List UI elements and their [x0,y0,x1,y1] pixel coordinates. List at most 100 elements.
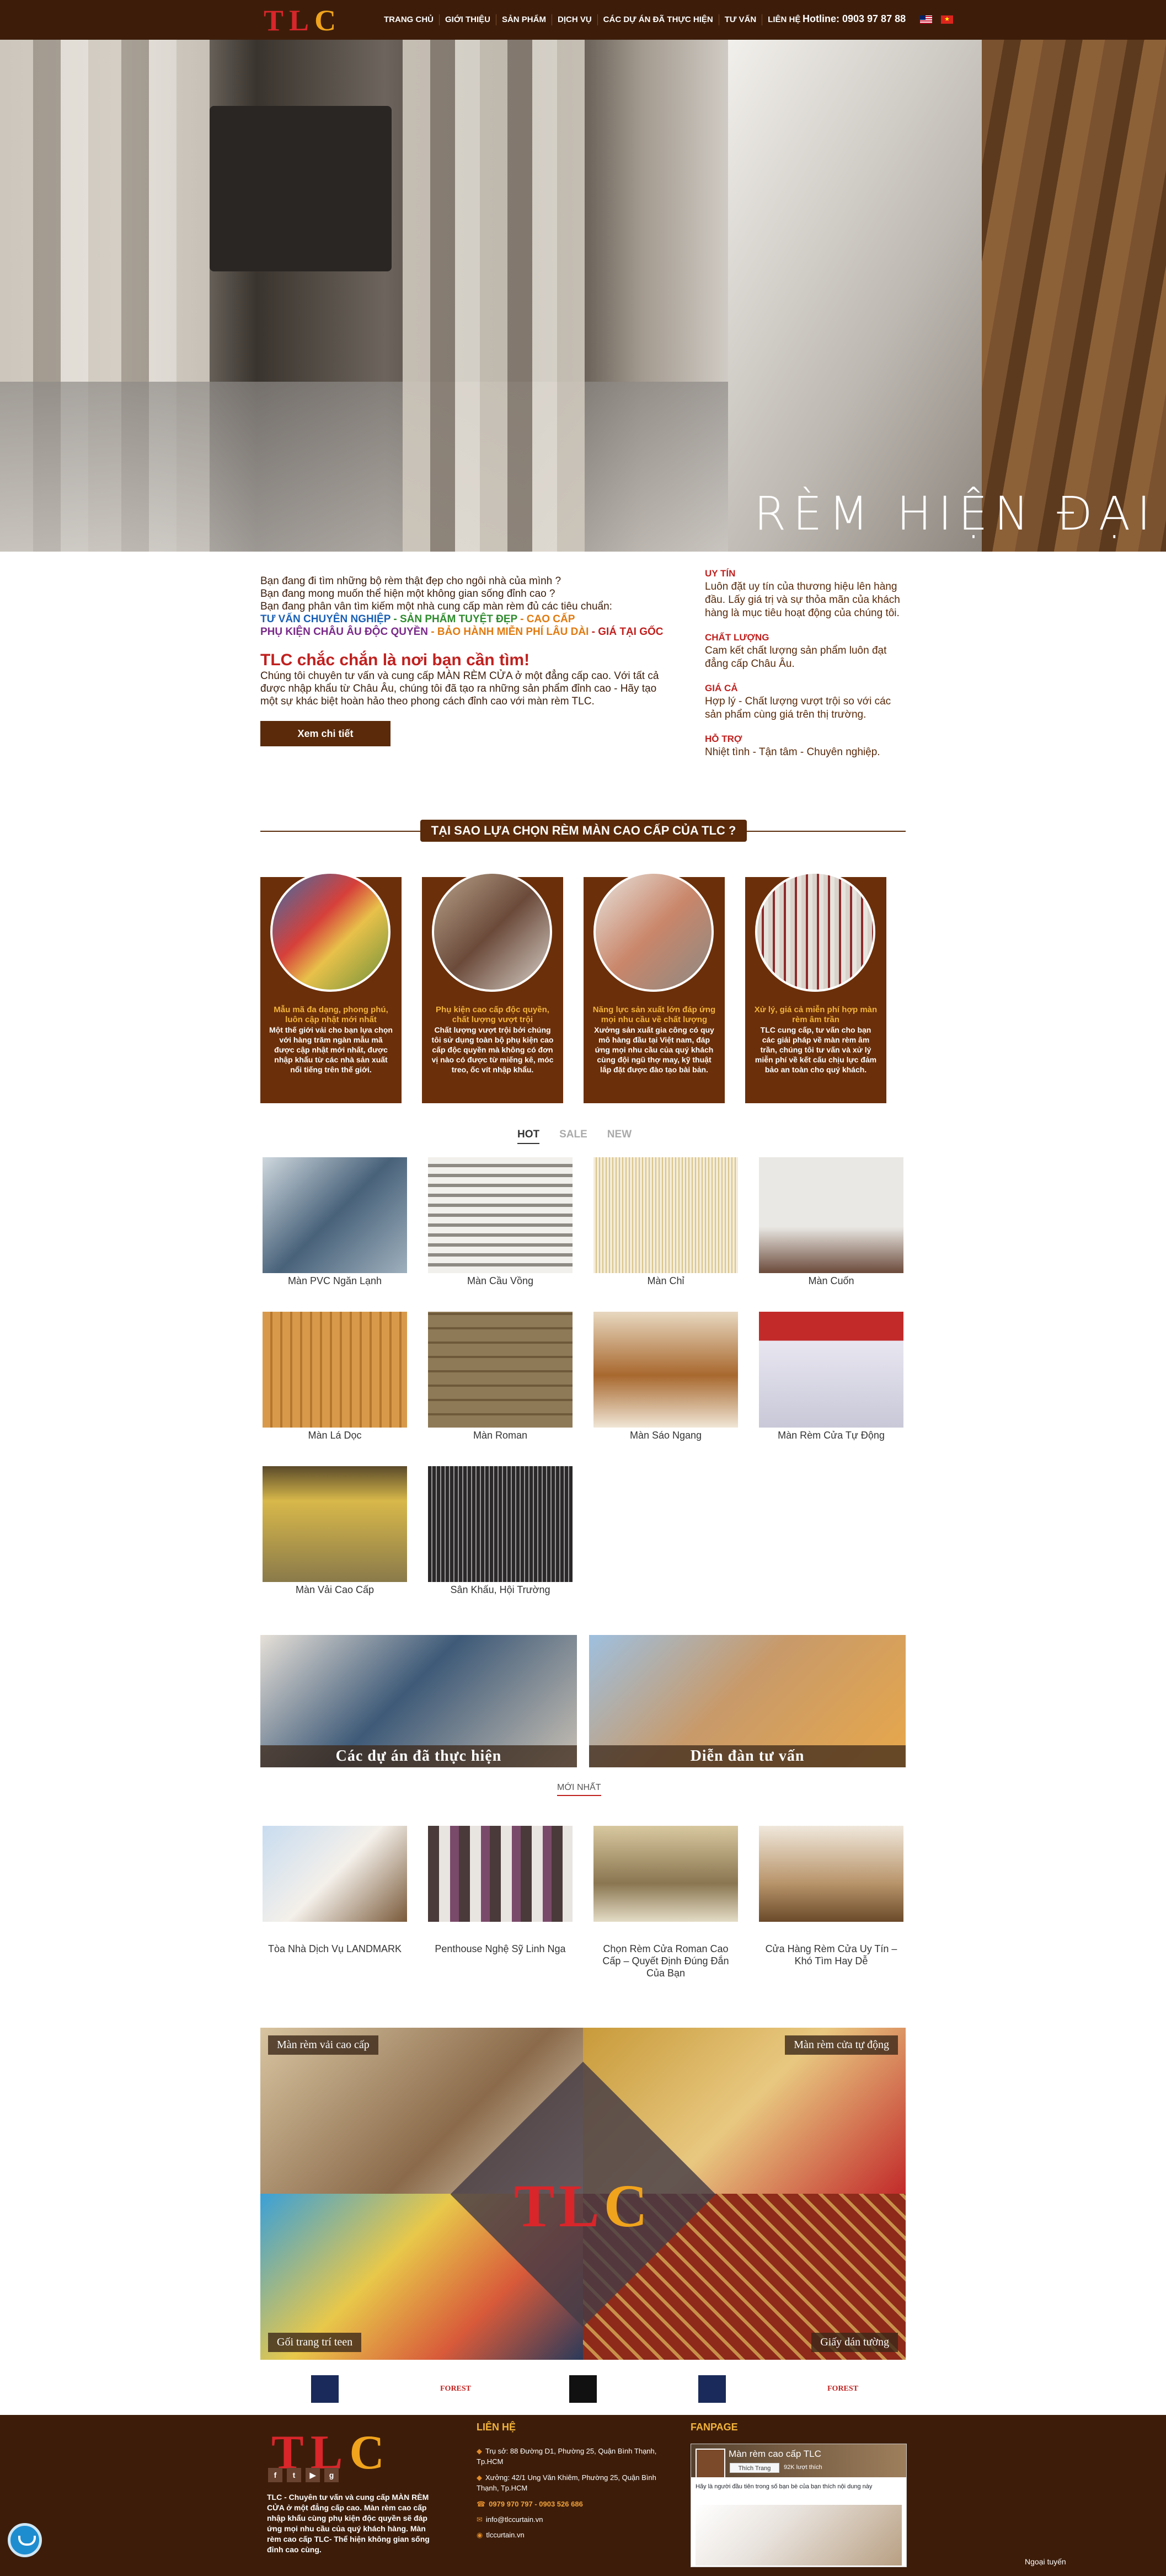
intro-heading: TLC chắc chắn là nơi bạn cần tìm! [260,651,530,669]
news-title[interactable]: Cửa Hàng Rèm Cửa Uy Tín – Khó Tìm Hay Dễ [759,1943,903,1967]
product-name[interactable]: Màn Cuốn [759,1275,903,1287]
hero-linen-curtain [728,40,982,552]
trust-title: HỖ TRỢ [705,734,742,744]
why-card-title: Năng lực sản xuất lớn đáp ứng mọi nhu cầ… [592,1005,716,1024]
nav-products[interactable]: SẢN PHẨM [496,14,552,25]
forum-banner-label[interactable]: Diễn đàn tư vấn [589,1745,906,1767]
site-header: TLC TRANG CHỦ GIỚI THIỆU SẢN PHẨM DỊCH V… [0,0,1166,40]
intro-section: Bạn đang đi tìm những bộ rèm thật đẹp ch… [260,575,668,746]
nav-contact[interactable]: LIÊN HỆ [762,14,806,25]
product-item[interactable]: Màn Sáo Ngang [593,1312,738,1441]
youtube-icon[interactable]: ▶ [306,2468,320,2482]
product-name[interactable]: Màn Roman [428,1430,573,1441]
chat-icon[interactable] [8,2523,42,2557]
nav-projects[interactable]: CÁC DỰ ÁN ĐÃ THỰC HIỆN [598,14,719,25]
category-collage: TLC Màn rèm vải cao cấp Màn rèm cửa tự đ… [260,2028,906,2360]
nav-services[interactable]: DỊCH VỤ [552,14,598,25]
product-item[interactable]: Màn Rèm Cửa Tự Động [759,1312,903,1441]
hero-curtain-middle [403,40,585,552]
tab-new[interactable]: NEW [607,1129,632,1144]
facebook-page-widget[interactable]: Màn rèm cao cấp TLC Thích Trang 92K lượt… [691,2444,907,2567]
why-card-title: Xử lý, giá cả miễn phí hợp màn rèm âm tr… [754,1005,878,1024]
nav-consulting[interactable]: TƯ VẤN [719,14,763,25]
partner-logo[interactable] [698,2375,726,2403]
product-name[interactable]: Màn Lá Dọc [263,1430,407,1441]
tab-hot[interactable]: HOT [517,1129,540,1144]
fb-post-photo[interactable] [696,2505,902,2566]
partner-logo[interactable] [311,2375,339,2403]
product-image[interactable] [428,1157,573,1273]
why-card-text: Xưởng sản xuất gia công có quy mô hàng đ… [594,1025,714,1074]
trust-text: Nhiệt tình - Tận tâm - Chuyên nghiệp. [705,746,880,758]
wallpaper-tag[interactable]: Giấy dán tường [811,2333,898,2352]
trust-text: Cam kết chất lượng sản phẩm luôn đạt đẳn… [705,645,887,670]
news-image[interactable] [428,1826,573,1922]
fabric-samples-image [270,872,391,992]
product-image[interactable] [759,1157,903,1273]
news-item[interactable]: Penthouse Nghệ Sỹ Linh Nga [428,1826,573,1955]
product-name[interactable]: Màn PVC Ngăn Lạnh [263,1275,407,1287]
product-item[interactable]: Màn Vải Cao Cấp [263,1466,407,1596]
projects-banner[interactable]: Các dự án đã thực hiện [260,1635,577,1767]
product-name[interactable]: Màn Chỉ [593,1275,738,1287]
auto-curtain-tag[interactable]: Màn rèm cửa tự động [785,2035,898,2055]
partner-logo[interactable]: FOREST [440,2375,471,2403]
nav-about[interactable]: GIỚI THIỆU [440,14,496,25]
news-title[interactable]: Chọn Rèm Cửa Roman Cao Cấp – Quyết Định … [593,1943,738,1979]
contact-email[interactable]: ✉ info@tlccurtain.vn [477,2514,675,2525]
projects-banner-label[interactable]: Các dự án đã thực hiện [260,1745,577,1767]
news-item[interactable]: Tòa Nhà Dịch Vụ LANDMARK [263,1826,407,1955]
hero-banner: RÈM HIỆN ĐẠI [0,40,1166,552]
site-logo[interactable]: TLC [264,3,341,38]
news-image[interactable] [759,1826,903,1922]
news-title[interactable]: Penthouse Nghệ Sỹ Linh Nga [428,1943,573,1955]
news-item[interactable]: Cửa Hàng Rèm Cửa Uy Tín – Khó Tìm Hay Dễ [759,1826,903,1967]
vietnam-flag-icon[interactable]: ★ [941,15,953,24]
fb-page-name[interactable]: Màn rèm cao cấp TLC [729,2449,821,2460]
see-details-button[interactable]: Xem chi tiết [260,721,391,746]
facebook-icon[interactable]: f [268,2468,282,2482]
news-image[interactable] [593,1826,738,1922]
fabric-curtain-tag[interactable]: Màn rèm vải cao cấp [268,2035,378,2055]
product-item[interactable]: Màn Roman [428,1312,573,1441]
product-name[interactable]: Sân Khấu, Hội Trường [428,1584,573,1596]
english-flag-icon[interactable] [920,15,932,24]
product-name[interactable]: Màn Cầu Vồng [428,1275,573,1287]
twitter-icon[interactable]: t [287,2468,301,2482]
product-item[interactable]: Màn PVC Ngăn Lạnh [263,1157,407,1287]
tab-sale[interactable]: SALE [559,1129,587,1144]
product-image[interactable] [593,1312,738,1428]
product-item[interactable]: Sân Khấu, Hội Trường [428,1466,573,1596]
product-name[interactable]: Màn Sáo Ngang [593,1430,738,1441]
fb-like-button[interactable]: Thích Trang [730,2463,779,2473]
google-plus-icon[interactable]: g [324,2468,339,2482]
fb-page-avatar[interactable] [696,2449,725,2478]
news-image[interactable] [263,1826,407,1922]
intro-line: Bạn đang đi tìm những bộ rèm thật đẹp ch… [260,575,561,587]
contact-address: ◆ Trụ sở: 88 Đường D1, Phường 25, Quận Bì… [477,2447,657,2466]
contact-website[interactable]: ◉ tlccurtain.vn [477,2530,675,2540]
product-image[interactable] [263,1157,407,1273]
hotline[interactable]: Hotline: 0903 97 87 88 [803,13,906,25]
product-image[interactable] [428,1466,573,1582]
product-name[interactable]: Màn Rèm Cửa Tự Động [759,1430,903,1441]
product-item[interactable]: Màn Cuốn [759,1157,903,1287]
news-item[interactable]: Chọn Rèm Cửa Roman Cao Cấp – Quyết Định … [593,1826,738,1979]
partner-logo[interactable]: FOREST [827,2375,858,2403]
nav-home[interactable]: TRANG CHỦ [378,14,440,25]
contact-phone[interactable]: ☎ 0979 970 797 - 0903 526 686 [477,2499,675,2509]
product-image[interactable] [428,1312,573,1428]
news-title[interactable]: Tòa Nhà Dịch Vụ LANDMARK [263,1943,407,1955]
product-name[interactable]: Màn Vải Cao Cấp [263,1584,407,1596]
product-image[interactable] [593,1157,738,1273]
product-image[interactable] [263,1466,407,1582]
product-item[interactable]: Màn Chỉ [593,1157,738,1287]
product-image[interactable] [263,1312,407,1428]
partner-logo[interactable] [569,2375,597,2403]
footer-description: TLC - Chuyên tư vấn và cung cấp MÀN RÈM … [267,2493,430,2554]
product-item[interactable]: Màn Lá Dọc [263,1312,407,1441]
product-image[interactable] [759,1312,903,1428]
teen-pillow-tag[interactable]: Gối trang trí teen [268,2333,362,2352]
product-item[interactable]: Màn Cầu Vồng [428,1157,573,1287]
forum-banner[interactable]: Diễn đàn tư vấn [589,1635,906,1767]
